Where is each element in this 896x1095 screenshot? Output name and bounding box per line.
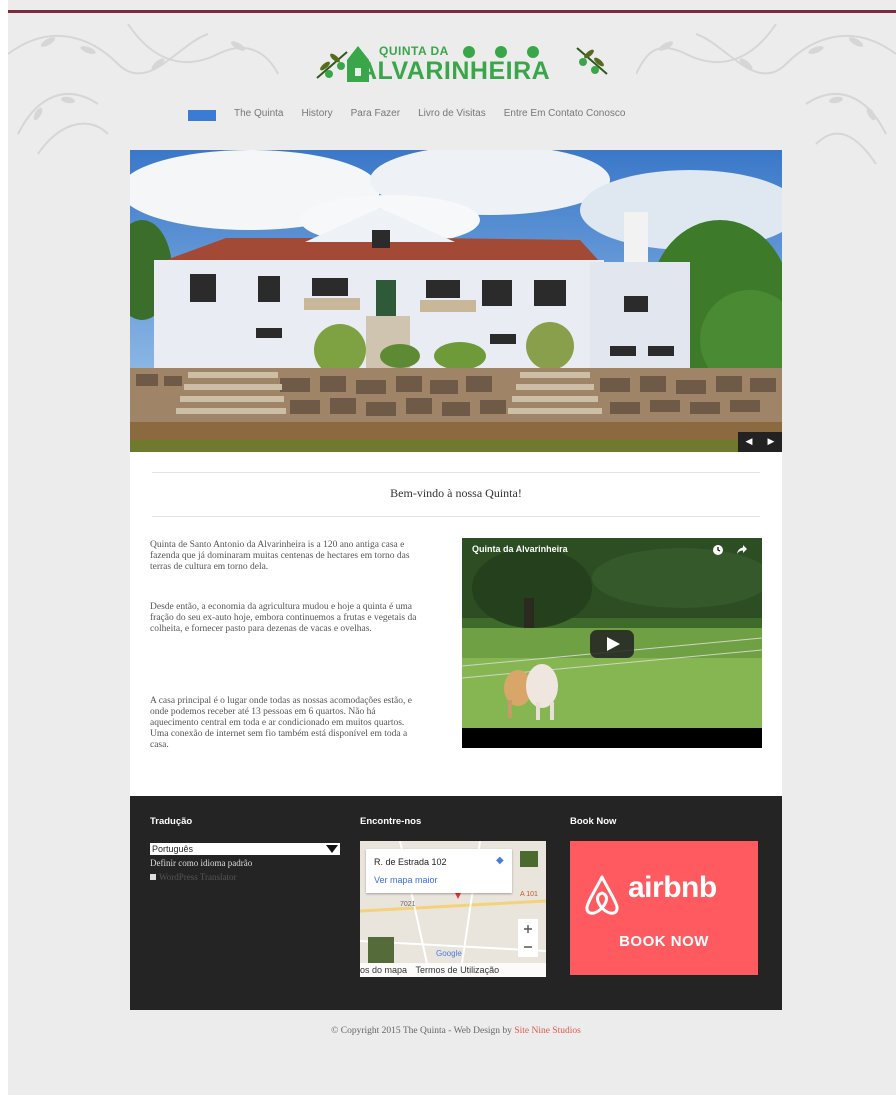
site-logo[interactable]: QUINTA DA ALVARINHEIRA bbox=[313, 38, 613, 94]
map-info-card: R. de Estrada 102 ◆ Ver mapa maior bbox=[366, 849, 512, 893]
logo-big-text: ALVARINHEIRA bbox=[359, 57, 551, 85]
main-nav: Início The Quinta History Para Fazer Liv… bbox=[188, 108, 625, 124]
map-address: R. de Estrada 102 bbox=[374, 857, 447, 867]
wp-translator-link[interactable]: WordPress Translator bbox=[159, 872, 237, 882]
hero-slider[interactable]: ◀ ▶ bbox=[130, 150, 782, 452]
map-road-label: A 101 bbox=[520, 891, 538, 898]
divider bbox=[152, 472, 760, 473]
nav-item-livro-de-visitas[interactable]: Livro de Visitas bbox=[418, 108, 486, 124]
top-accent-bar bbox=[8, 10, 896, 13]
map-larger-link[interactable]: Ver mapa maior bbox=[374, 875, 438, 885]
book-now-heading: Book Now bbox=[570, 816, 617, 827]
chevron-down-icon bbox=[326, 845, 338, 853]
intro-paragraph: Quinta de Santo Antonio da Alvarinheira … bbox=[150, 540, 410, 572]
checkbox-icon[interactable] bbox=[150, 874, 156, 880]
footer: Tradução Português Definir como idioma p… bbox=[130, 796, 782, 1010]
video-title: Quinta da Alvarinheira bbox=[472, 544, 568, 554]
map-heading: Encontre-nos bbox=[360, 816, 422, 827]
page-background: QUINTA DA ALVARINHEIRA Início The Quinta… bbox=[8, 0, 896, 1095]
logo-dot-icon bbox=[463, 46, 475, 58]
logo-dot-icon bbox=[495, 46, 507, 58]
default-language-label: Definir como idioma padrão bbox=[150, 858, 253, 868]
clock-icon[interactable] bbox=[712, 544, 724, 556]
wp-translator-row: WordPress Translator bbox=[150, 872, 237, 882]
youtube-video[interactable]: Quinta da Alvarinheira bbox=[462, 538, 762, 748]
map-attribution-bar: os do mapa Termos de Utilização bbox=[360, 963, 546, 977]
divider bbox=[152, 516, 760, 517]
airbnb-wordmark: airbnb bbox=[628, 871, 717, 904]
intro-paragraph: A casa principal é o lugar onde todas as… bbox=[150, 696, 412, 750]
video-thumbnail bbox=[462, 538, 762, 748]
language-select-value: Português bbox=[152, 844, 194, 854]
welcome-heading: Bem-vindo à nossa Quinta! bbox=[390, 486, 522, 500]
nav-item-para-fazer[interactable]: Para Fazer bbox=[351, 108, 400, 124]
hero-image bbox=[130, 150, 782, 452]
map-terms-link[interactable]: Termos de Utilização bbox=[416, 965, 500, 975]
slider-prev-button[interactable]: ◀ bbox=[746, 437, 753, 447]
nav-item-inicio[interactable]: Início bbox=[188, 110, 216, 121]
designer-link[interactable]: Site Nine Studios bbox=[514, 1026, 581, 1036]
nav-item-history[interactable]: History bbox=[301, 108, 332, 124]
logo-dot-icon bbox=[527, 46, 539, 58]
traducao-heading: Tradução bbox=[150, 816, 193, 827]
directions-icon[interactable]: ◆ bbox=[496, 855, 504, 866]
copyright: © Copyright 2015 The Quinta - Web Design… bbox=[130, 1026, 782, 1036]
google-map[interactable]: R. de Estrada 102 ◆ Ver mapa maior 7021 … bbox=[360, 841, 546, 977]
share-icon[interactable] bbox=[736, 544, 748, 556]
language-select[interactable]: Português bbox=[150, 843, 340, 855]
slider-controls: ◀ ▶ bbox=[738, 432, 782, 452]
vine-decoration-left bbox=[8, 23, 279, 155]
nav-item-contato[interactable]: Entre Em Contato Conosco bbox=[504, 108, 626, 124]
airbnb-book-now-banner[interactable]: airbnb BOOK NOW bbox=[570, 841, 758, 975]
copyright-text: © Copyright 2015 The Quinta - Web Design… bbox=[331, 1026, 515, 1036]
airbnb-logo-icon bbox=[585, 875, 619, 915]
slider-next-button[interactable]: ▶ bbox=[768, 437, 775, 447]
main-content: Bem-vindo à nossa Quinta! Quinta de Sant… bbox=[130, 452, 782, 796]
nav-item-the-quinta[interactable]: The Quinta bbox=[234, 108, 283, 124]
google-logo: Google bbox=[436, 949, 462, 958]
vine-decoration-right bbox=[636, 23, 896, 164]
map-road-label: 7021 bbox=[400, 901, 416, 908]
olive-branch-icon bbox=[576, 47, 608, 75]
map-data-link[interactable]: os do mapa bbox=[360, 965, 407, 975]
airbnb-book-now-label: BOOK NOW bbox=[619, 933, 709, 950]
intro-paragraph: Desde então, a economia da agricultura m… bbox=[150, 602, 417, 634]
